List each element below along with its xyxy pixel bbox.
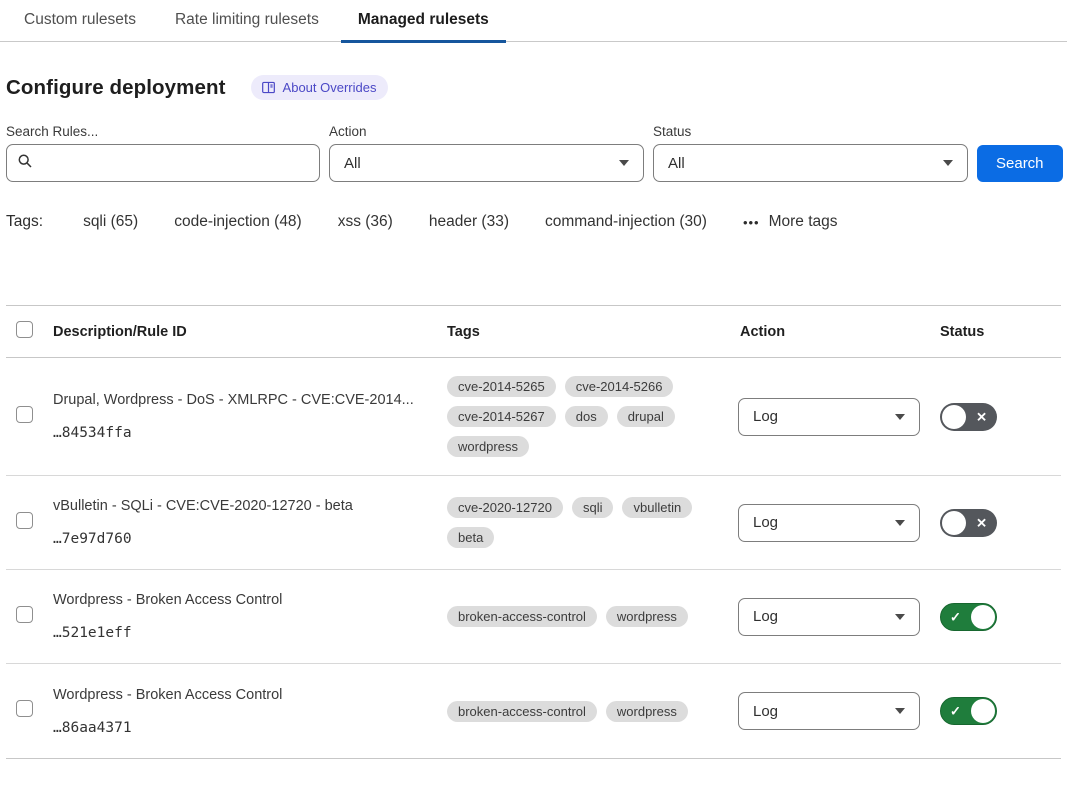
tags-bar-label: Tags: [6,213,43,231]
rule-tags: broken-access-control wordpress [447,606,738,627]
tab-rate-limiting-rulesets[interactable]: Rate limiting rulesets [158,1,336,41]
toggle-state-icon: ✓ [950,610,961,623]
tab-custom-rulesets[interactable]: Custom rulesets [7,1,153,41]
column-header-description: Description/Rule ID [53,324,447,340]
more-tags-label: More tags [769,213,838,231]
toggle-knob [942,511,966,535]
row-checkbox[interactable] [16,606,33,623]
rule-title: Drupal, Wordpress - DoS - XMLRPC - CVE:C… [53,392,447,408]
rule-tag-pill: broken-access-control [447,606,597,627]
status-toggle[interactable]: ✓ [940,603,997,631]
search-input[interactable] [41,155,309,172]
chevron-down-icon [895,614,905,620]
page-title: Configure deployment [6,76,226,100]
status-filter-value: All [668,155,685,172]
rule-tag-pill: cve-2014-5266 [565,376,674,397]
action-filter-label: Action [329,124,644,139]
chevron-down-icon [943,160,953,166]
rule-tag-pill: cve-2020-12720 [447,497,563,518]
toggle-knob [942,405,966,429]
search-rules-label: Search Rules... [6,124,320,139]
rule-tag-pill: wordpress [447,436,529,457]
rule-title: Wordpress - Broken Access Control [53,687,447,703]
ellipsis-icon: ••• [743,215,760,230]
rule-tag-pill: broken-access-control [447,701,597,722]
search-button[interactable]: Search [977,145,1063,182]
table-row: Drupal, Wordpress - DoS - XMLRPC - CVE:C… [6,358,1061,476]
rule-id: …86aa4371 [53,720,447,736]
about-overrides-label: About Overrides [283,80,377,95]
tag-filter-item[interactable]: command-injection (30) [545,213,707,231]
chevron-down-icon [895,708,905,714]
chevron-down-icon [619,160,629,166]
toggle-state-icon: ✓ [950,705,961,718]
rules-table: Description/Rule ID Tags Action Status D… [6,305,1061,759]
ruleset-tabs: Custom rulesetsRate limiting rulesetsMan… [0,0,1067,42]
more-tags-button[interactable]: ••• More tags [743,213,838,231]
rule-tag-pill: cve-2014-5265 [447,376,556,397]
action-select[interactable]: Log [738,692,920,730]
rule-tag-pill: cve-2014-5267 [447,406,556,427]
search-icon [17,153,33,174]
rule-tag-pill: wordpress [606,701,688,722]
rule-tag-pill: wordpress [606,606,688,627]
rule-id: …84534ffa [53,425,447,441]
rule-tags: cve-2014-5265 cve-2014-5266 cve-2014-5267 d… [447,376,738,457]
table-row: Wordpress - Broken Access Control …521e1… [6,570,1061,664]
select-all-checkbox[interactable] [16,321,33,338]
rule-tag-pill: vbulletin [622,497,692,518]
row-checkbox[interactable] [16,512,33,529]
chevron-down-icon [895,414,905,420]
action-filter-value: All [344,155,361,172]
rule-tag-pill: dos [565,406,608,427]
action-select-value: Log [753,608,778,625]
rule-tag-pill: drupal [617,406,675,427]
status-filter-label: Status [653,124,968,139]
row-checkbox[interactable] [16,700,33,717]
column-header-action: Action [738,324,930,340]
column-header-tags: Tags [447,324,738,340]
action-select-value: Log [753,408,778,425]
rule-title: vBulletin - SQLi - CVE:CVE-2020-12720 - … [53,498,447,514]
row-checkbox[interactable] [16,406,33,423]
toggle-state-icon: ✕ [976,410,987,423]
tag-filter-item[interactable]: header (33) [429,213,509,231]
action-select[interactable]: Log [738,598,920,636]
status-toggle[interactable]: ✓ [940,697,997,725]
status-toggle[interactable]: ✕ [940,509,997,537]
tag-filter-item[interactable]: sqli (65) [83,213,138,231]
toggle-state-icon: ✕ [976,516,987,529]
toggle-knob [971,605,995,629]
tags-bar: Tags: sqli (65) code-injection (48) xss (3… [6,213,1061,231]
table-header-row: Description/Rule ID Tags Action Status [6,306,1061,358]
about-overrides-badge[interactable]: About Overrides [251,75,389,100]
table-row: Wordpress - Broken Access Control …86aa4… [6,664,1061,758]
chevron-down-icon [895,520,905,526]
action-select-value: Log [753,514,778,531]
table-row: vBulletin - SQLi - CVE:CVE-2020-12720 - … [6,476,1061,570]
rule-id: …7e97d760 [53,531,447,547]
tag-filter-item[interactable]: code-injection (48) [174,213,302,231]
toggle-knob [971,699,995,723]
rule-tags: broken-access-control wordpress [447,701,738,722]
rule-tag-pill: beta [447,527,494,548]
column-header-status: Status [930,324,1061,340]
search-input-wrapper [6,144,320,182]
book-icon [261,80,276,95]
tab-managed-rulesets[interactable]: Managed rulesets [341,1,506,41]
rule-title: Wordpress - Broken Access Control [53,592,447,608]
rule-id: …521e1eff [53,625,447,641]
rule-tags: cve-2020-12720 sqli vbulletin beta [447,497,738,548]
status-filter-select[interactable]: All [653,144,968,182]
rule-tag-pill: sqli [572,497,614,518]
tag-filter-item[interactable]: xss (36) [338,213,393,231]
action-select[interactable]: Log [738,398,920,436]
action-select[interactable]: Log [738,504,920,542]
action-select-value: Log [753,703,778,720]
status-toggle[interactable]: ✕ [940,403,997,431]
action-filter-select[interactable]: All [329,144,644,182]
